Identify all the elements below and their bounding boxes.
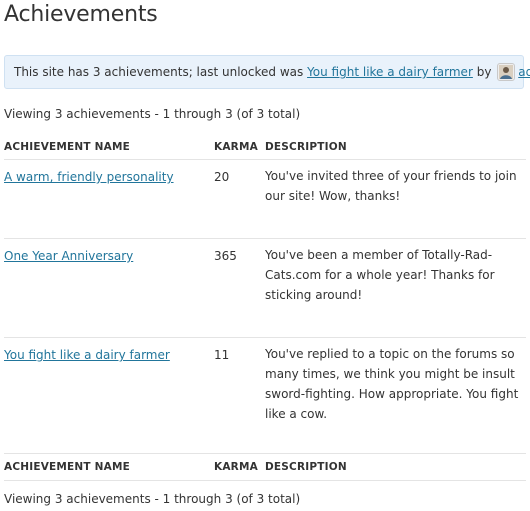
pagination-count-bottom: Viewing 3 achievements - 1 through 3 (of…	[4, 492, 301, 506]
achievement-karma: 11	[214, 348, 230, 362]
achievement-name-link[interactable]: You fight like a dairy farmer	[4, 348, 170, 362]
achievement-description: You've invited three of your friends to …	[265, 169, 517, 203]
column-header-name: Achievement Name	[4, 141, 130, 153]
page-title: Achievements	[4, 2, 158, 27]
user-link[interactable]: admin	[518, 65, 530, 79]
header-divider	[4, 159, 526, 160]
row-divider	[4, 337, 526, 338]
achievement-karma: 20	[214, 170, 230, 184]
footer-column-header-name: Achievement Name	[4, 461, 130, 473]
notice-text: This site has 3 achievements; last unloc…	[14, 65, 308, 79]
achievement-karma: 365	[214, 249, 237, 263]
achievements-notice: This site has 3 achievements; last unloc…	[4, 55, 530, 89]
column-header-description: Description	[265, 141, 347, 153]
last-unlocked-achievement-link[interactable]: You fight like a dairy farmer	[307, 65, 473, 79]
column-header-karma: Karma	[214, 141, 258, 153]
footer-divider	[4, 480, 526, 481]
achievement-name-link[interactable]: One Year Anniversary	[4, 249, 133, 263]
footer-divider-top	[4, 453, 526, 454]
achievement-name-link[interactable]: A warm, friendly personality	[4, 170, 174, 184]
footer-column-header-karma: Karma	[214, 461, 258, 473]
footer-column-header-description: Description	[265, 461, 347, 473]
achievement-description: You've been a member of Totally-Rad-Cats…	[265, 248, 495, 302]
user-avatar-icon	[499, 65, 514, 79]
achievement-description: You've replied to a topic on the forums …	[265, 347, 519, 421]
row-divider	[4, 238, 526, 239]
pagination-count-top: Viewing 3 achievements - 1 through 3 (of…	[4, 107, 301, 121]
notice-by-text: by	[472, 65, 496, 79]
avatar[interactable]	[497, 63, 516, 81]
